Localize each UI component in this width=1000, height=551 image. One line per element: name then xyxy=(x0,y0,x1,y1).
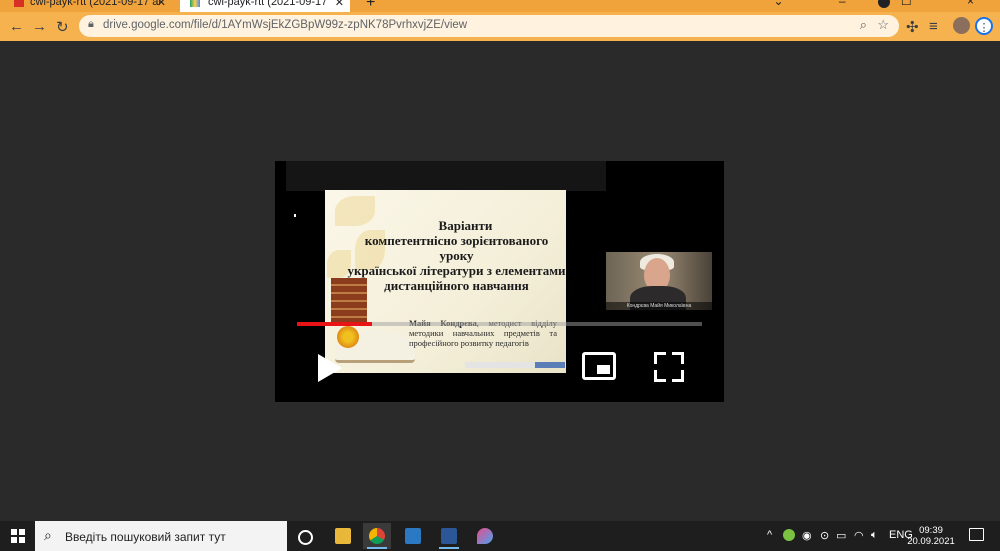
close-icon[interactable]: ✕ xyxy=(335,0,344,9)
notifications-icon[interactable] xyxy=(969,528,984,541)
photos-app-icon[interactable] xyxy=(399,523,427,549)
windows-start-icon[interactable] xyxy=(11,529,25,543)
video-player[interactable]: Варіанти компетентнісно зорієнтованого у… xyxy=(275,161,724,402)
browser-toolbar: ← → ↻ 🔒︎ drive.google.com/file/d/1AYmWsj… xyxy=(0,12,1000,41)
slide-title-line: компетентнісно зорієнтованого уроку xyxy=(364,233,549,263)
windows-taskbar: ⌕ Введіть пошуковий запит тут ^ ◉ ⊙ ▭ ◠ … xyxy=(0,521,1000,551)
taskbar-search-box[interactable]: ⌕ Введіть пошуковий запит тут xyxy=(35,521,287,551)
tray-app-icon[interactable] xyxy=(783,529,795,541)
flower-image xyxy=(337,326,359,348)
player-top-overlay xyxy=(286,161,606,191)
lock-icon[interactable]: 🔒︎ xyxy=(88,18,94,31)
window-controls[interactable]: ⌄ – ☐ × xyxy=(774,0,1000,8)
picture-in-picture-button[interactable] xyxy=(582,352,616,380)
slide-title-line: української літератури з елементами xyxy=(347,263,566,278)
address-bar[interactable]: 🔒︎ drive.google.com/file/d/1AYmWsjEkZGBp… xyxy=(79,15,899,37)
tab-strip: cwi-payk-rtt (2021-09-17 at 03:0 ✕ cwi-p… xyxy=(0,0,1000,12)
tab-gmail[interactable]: cwi-payk-rtt (2021-09-17 at 03:0 ✕ xyxy=(12,0,172,12)
url-text: drive.google.com/file/d/1AYmWsjEkZGBpW99… xyxy=(103,19,468,31)
clock-date: 20.09.2021 xyxy=(907,536,955,547)
chrome-icon[interactable] xyxy=(363,523,391,549)
file-explorer-icon[interactable] xyxy=(329,523,357,549)
reading-list-icon[interactable]: ≡ xyxy=(929,18,938,35)
google-drive-icon xyxy=(190,0,200,7)
slide-title: Варіанти компетентнісно зорієнтованого у… xyxy=(325,218,566,293)
word-icon[interactable] xyxy=(435,523,463,549)
zoom-icon[interactable]: ⌕ xyxy=(860,17,867,33)
pip-icon xyxy=(597,365,610,374)
volume-icon[interactable]: 🔈︎ xyxy=(871,529,878,542)
clock-time: 09:39 xyxy=(919,525,943,536)
taskbar-clock[interactable]: 09:39 20.09.2021 xyxy=(906,525,956,547)
tab-google-drive[interactable]: cwi-payk-rtt (2021-09-17 at 03:0 ✕ xyxy=(180,0,350,12)
tray-app-icon[interactable]: ◉ xyxy=(802,529,812,542)
tray-expand-icon[interactable]: ^ xyxy=(767,529,772,541)
extensions-icon[interactable]: ✣ xyxy=(906,18,919,36)
task-view-icon[interactable] xyxy=(298,530,313,545)
search-placeholder: Введіть пошуковий запит тут xyxy=(65,530,226,544)
fullscreen-button[interactable] xyxy=(654,352,684,382)
slide-footer-button xyxy=(535,362,565,368)
browser-menu-button[interactable]: ⋮ xyxy=(975,17,993,35)
close-icon[interactable]: ✕ xyxy=(157,0,166,9)
wifi-icon[interactable]: ◠ xyxy=(854,529,864,542)
tray-app-icon[interactable]: ⊙ xyxy=(820,529,829,542)
slide-title-line: Варіанти xyxy=(438,218,493,233)
fullscreen-corner xyxy=(672,370,684,382)
new-tab-button[interactable]: + xyxy=(366,0,375,12)
presentation-slide: Варіанти компетентнісно зорієнтованого у… xyxy=(325,190,566,373)
paint-icon[interactable] xyxy=(471,523,499,549)
fullscreen-corner xyxy=(654,370,666,382)
gmail-icon xyxy=(14,0,24,7)
reload-icon[interactable]: ↻ xyxy=(56,18,69,36)
progress-fill xyxy=(297,322,372,326)
forward-icon[interactable]: → xyxy=(32,18,47,35)
play-button[interactable] xyxy=(318,354,342,382)
fullscreen-corner xyxy=(672,352,684,364)
tab-title: cwi-payk-rtt (2021-09-17 at 03:0 xyxy=(30,0,160,8)
back-icon[interactable]: ← xyxy=(9,18,24,35)
profile-avatar[interactable] xyxy=(953,17,970,34)
slide-title-line: дистанційного навчання xyxy=(384,278,529,293)
bookmark-star-icon[interactable]: ☆ xyxy=(877,17,889,33)
search-icon: ⌕ xyxy=(44,527,52,543)
mouse-cursor xyxy=(294,214,296,217)
webcam-caption: Кондрєва Майя Миколаївна xyxy=(606,302,712,310)
webcam-thumbnail: Кондрєва Майя Миколаївна xyxy=(606,252,712,310)
fullscreen-corner xyxy=(654,352,666,364)
slide-footer-bar xyxy=(465,362,565,368)
tab-title: cwi-payk-rtt (2021-09-17 at 03:0 xyxy=(208,0,330,8)
progress-bar[interactable] xyxy=(297,322,702,326)
battery-icon[interactable]: ▭ xyxy=(836,529,846,542)
